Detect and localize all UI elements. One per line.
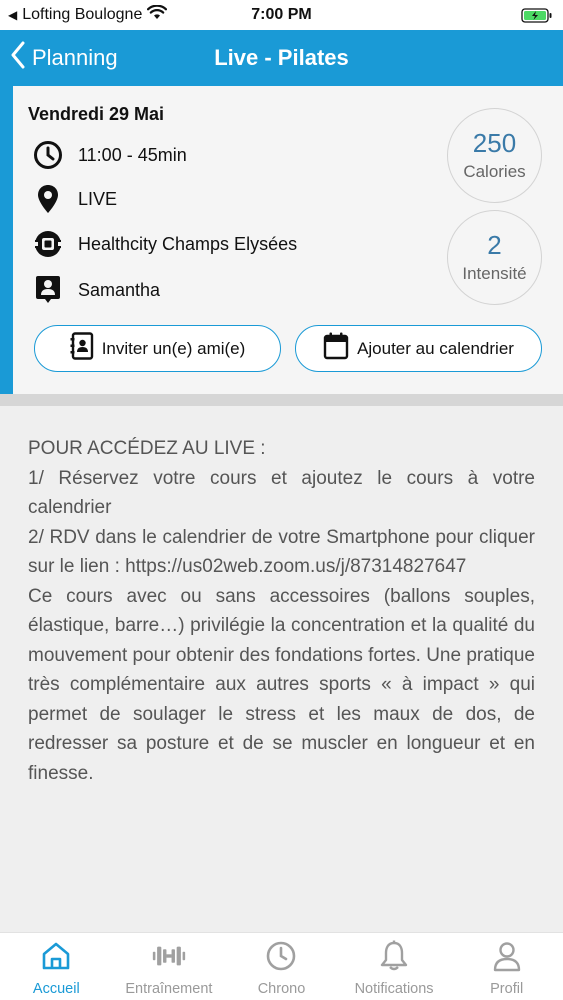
section-divider [0, 394, 563, 406]
calories-stat: 250 Calories [447, 108, 542, 203]
description-line: 1/ Réservez votre cours et ajoutez le co… [28, 467, 535, 519]
tab-profil[interactable]: Profil [450, 933, 563, 1000]
dumbbell-icon [152, 939, 186, 973]
calories-value: 250 [472, 128, 517, 159]
bell-icon [377, 939, 411, 973]
calendar-icon [323, 332, 349, 365]
tab-entrainement[interactable]: Entraînement [113, 933, 226, 1000]
tab-label: Entraînement [125, 981, 213, 997]
intensity-stat: 2 Intensité [447, 210, 542, 305]
invite-friend-label: Inviter un(e) ami(e) [101, 338, 246, 358]
coach-row: Samantha [32, 273, 160, 307]
club-name: Healthcity Champs Elysées [78, 233, 298, 254]
coach-name: Samantha [78, 279, 161, 300]
add-to-calendar-label: Ajouter au calendrier [357, 338, 514, 358]
user-icon [490, 939, 524, 973]
coach-icon [32, 274, 64, 306]
wifi-icon [147, 4, 168, 25]
session-info-card: Vendredi 29 Mai 11:00 - 45min LIVE Healt… [0, 86, 563, 394]
back-button[interactable]: Planning [10, 30, 118, 86]
location-row: LIVE [32, 182, 117, 216]
tab-label: Profil [490, 981, 524, 997]
session-mode: LIVE [78, 188, 118, 209]
tab-accueil[interactable]: Accueil [0, 933, 113, 1000]
clock-icon [264, 939, 298, 973]
back-label: Planning [32, 45, 118, 70]
intensity-label: Intensité [462, 263, 527, 283]
status-bar: ◀ Lofting Boulogne 7:00 PM [0, 0, 563, 30]
tab-bar: Accueil Entraînement Chrono Notification… [0, 932, 563, 1000]
description-line: 2/ RDV dans le calendrier de votre Smart… [28, 526, 535, 578]
time-row: 11:00 - 45min [32, 138, 187, 172]
session-time: 11:00 - 45min [78, 144, 187, 165]
card-accent-bar [0, 86, 13, 394]
session-date: Vendredi 29 Mai [28, 104, 165, 124]
back-to-app-icon: ◀ [8, 8, 18, 22]
session-description: POUR ACCÉDEZ AU LIVE : 1/ Réservez votre… [28, 434, 535, 788]
add-to-calendar-button[interactable]: Ajouter au calendrier [295, 325, 542, 372]
home-icon [39, 939, 73, 973]
club-icon [32, 228, 64, 260]
intensity-value: 2 [487, 230, 502, 261]
tab-label: Accueil [32, 981, 80, 997]
status-bar-left[interactable]: ◀ Lofting Boulogne [8, 4, 168, 25]
tab-notifications[interactable]: Notifications [338, 933, 451, 1000]
tab-label: Chrono [257, 981, 306, 997]
description-line: Ce cours avec ou sans accessoires (ballo… [28, 585, 535, 784]
club-row: Healthcity Champs Elysées [32, 227, 297, 261]
tab-chrono[interactable]: Chrono [225, 933, 338, 1000]
contact-book-icon [70, 332, 94, 365]
location-pin-icon [32, 183, 64, 215]
carrier-label: Lofting Boulogne [22, 6, 143, 23]
tab-label: Notifications [354, 981, 434, 997]
nav-bar: Planning Live - Pilates [0, 30, 563, 86]
clock-icon [32, 139, 64, 171]
description-line: POUR ACCÉDEZ AU LIVE : [28, 438, 266, 459]
invite-friend-button[interactable]: Inviter un(e) ami(e) [34, 325, 281, 372]
calories-label: Calories [463, 161, 526, 181]
chevron-left-icon [10, 41, 26, 75]
battery-icon [521, 7, 553, 23]
